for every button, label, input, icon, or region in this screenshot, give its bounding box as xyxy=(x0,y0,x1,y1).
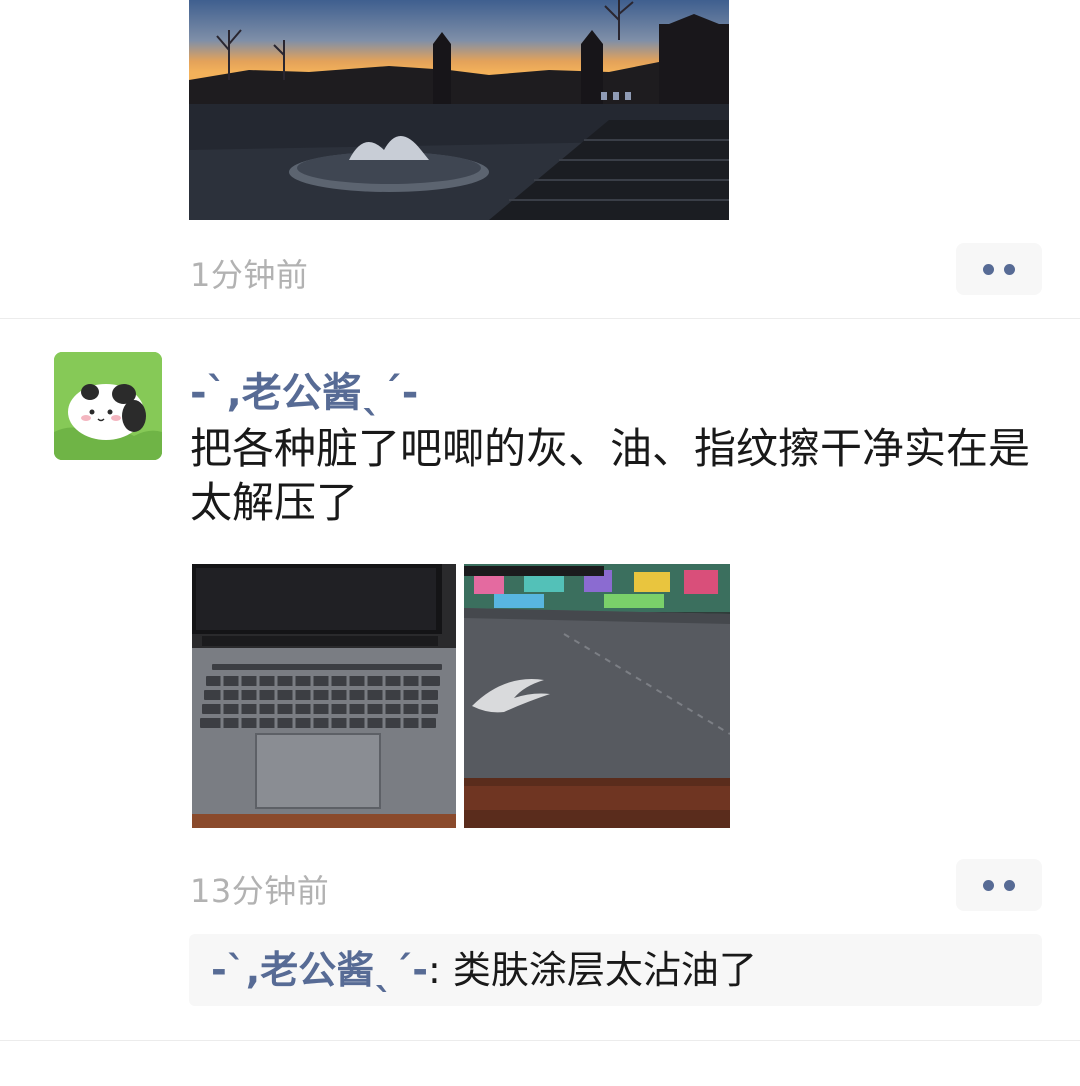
two-dots-icon xyxy=(1004,263,1015,275)
avatar[interactable] xyxy=(54,352,162,460)
post-time: 13分钟前 xyxy=(190,872,330,910)
more-actions-button[interactable] xyxy=(956,859,1042,911)
two-dots-icon xyxy=(983,879,994,891)
comments-panel: -ˋ,老公酱ˎˊ-: 类肤涂层太沾油了 xyxy=(189,934,1042,1006)
post-author-name[interactable]: -ˋ,老公酱ˎˊ- xyxy=(190,360,418,418)
comment-separator: : xyxy=(427,948,453,992)
comment-author[interactable]: -ˋ,老公酱ˎˊ- xyxy=(211,948,428,992)
post-time: 1分钟前 xyxy=(190,256,309,294)
laptop-lid-photo[interactable] xyxy=(464,564,730,828)
more-actions-button[interactable] xyxy=(956,243,1042,295)
laptop-lid-image xyxy=(464,564,730,828)
laptop-keyboard-image xyxy=(192,564,456,828)
comment-text: 类肤涂层太沾油了 xyxy=(452,948,757,992)
panda-avatar-image xyxy=(54,352,162,460)
moments-feed: 1分钟前 -ˋ,老公酱ˎˊ- 把各种脏了吧唧的灰、油、指纹擦干净实在是太解压了 xyxy=(0,0,1080,1086)
two-dots-icon xyxy=(1004,879,1015,891)
sunset-courtyard-photo[interactable] xyxy=(189,0,729,220)
post-text: 把各种脏了吧唧的灰、油、指纹擦干净实在是太解压了 xyxy=(190,424,1031,527)
comment-item[interactable]: -ˋ,老公酱ˎˊ-: 类肤涂层太沾油了 xyxy=(211,948,757,992)
two-dots-icon xyxy=(983,263,994,275)
post-divider xyxy=(0,318,1080,319)
laptop-keyboard-photo[interactable] xyxy=(192,564,456,828)
post-divider xyxy=(0,1040,1080,1041)
sunset-courtyard-image xyxy=(189,0,729,220)
